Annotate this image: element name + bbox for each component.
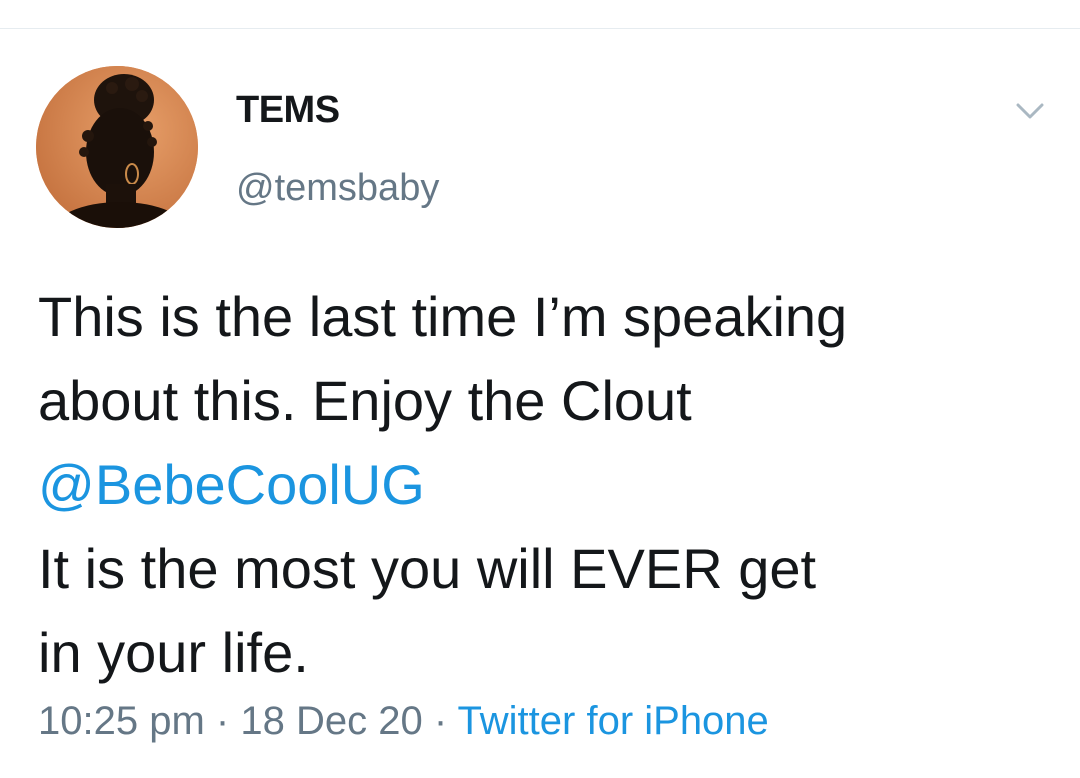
tweet-date[interactable]: 18 Dec 20 <box>240 699 422 743</box>
chevron-down-icon[interactable] <box>1010 91 1050 131</box>
avatar[interactable] <box>36 66 198 228</box>
tweet-card: TEMS @temsbaby This is the last time I’m… <box>0 29 1080 778</box>
tweet-text-line: in your life. <box>38 621 309 684</box>
tweet-text-line: This is the last time I’m speaking <box>38 285 848 348</box>
tweet-meta: 10:25 pm · 18 Dec 20 · Twitter for iPhon… <box>38 699 769 744</box>
meta-separator: · <box>433 699 448 743</box>
avatar-image <box>36 66 198 228</box>
mention-link[interactable]: @BebeCoolUG <box>38 443 1048 527</box>
tweet-time[interactable]: 10:25 pm <box>38 699 205 743</box>
user-handle[interactable]: @temsbaby <box>236 167 439 210</box>
tweet-text-line: It is the most you will EVER get <box>38 537 817 600</box>
display-name[interactable]: TEMS <box>236 89 340 132</box>
tweet-source-link[interactable]: Twitter for iPhone <box>458 699 769 743</box>
tweet-text-line: about this. Enjoy the Clout <box>38 369 692 432</box>
meta-separator: · <box>215 699 230 743</box>
tweet-text: This is the last time I’m speaking about… <box>38 275 1048 695</box>
